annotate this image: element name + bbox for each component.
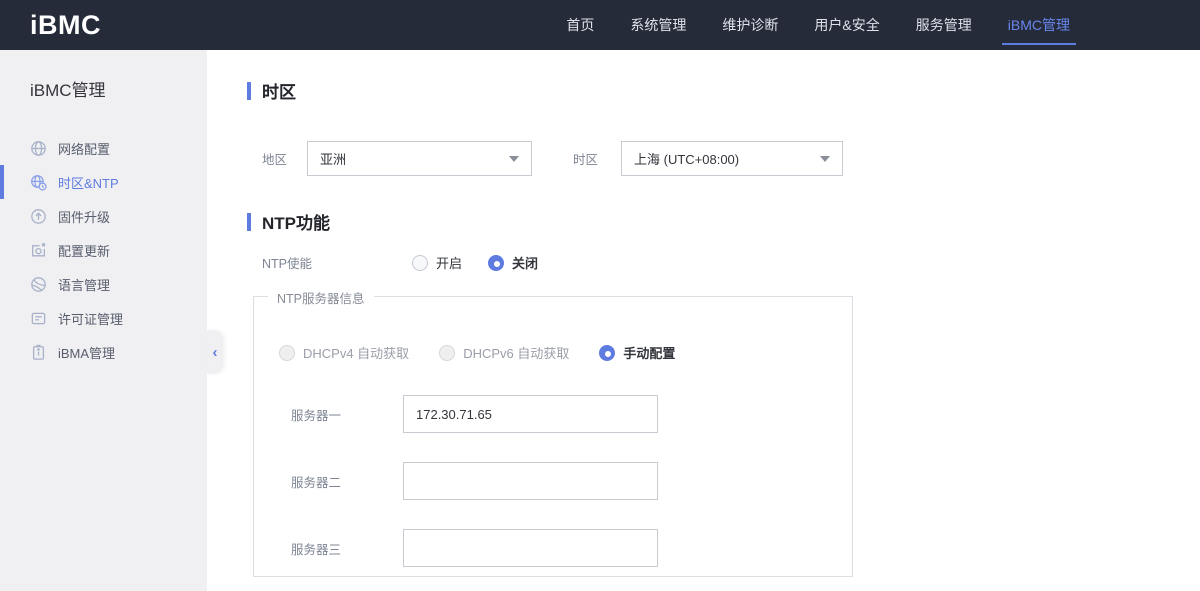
timezone-section-title: 时区 [247, 78, 1200, 103]
chevron-left-icon: ‹ [212, 343, 218, 361]
region-selected-value: 亚洲 [320, 152, 347, 167]
nav-item-system[interactable]: 系统管理 [630, 0, 686, 50]
ntp-enable-label: NTP使能 [262, 257, 313, 271]
ntp-enable-radio-group: 开启 关闭 [412, 253, 538, 272]
ntp-server-info-group: NTP服务器信息 DHCPv4 自动获取 DHCPv6 自动获取 手动配置 服务… [253, 288, 853, 577]
sidebar-item-ibma[interactable]: iBMA管理 [0, 335, 207, 369]
sidebar-item-network-config[interactable]: 网络配置 [0, 131, 207, 165]
server-two-row: 服务器二 [279, 462, 852, 500]
server-three-input[interactable] [403, 529, 658, 567]
ntp-enable-off-option[interactable]: 关闭 [488, 253, 538, 272]
sidebar-item-label: 许可证管理 [58, 311, 124, 327]
radio-label: DHCPv4 自动获取 [303, 346, 410, 361]
globe-icon [30, 140, 47, 157]
timezone-form-row: 地区 亚洲 时区 上海 (UTC+08:00) [247, 141, 1200, 176]
ntp-mode-radio-group: DHCPv4 自动获取 DHCPv6 自动获取 手动配置 [279, 343, 852, 362]
timezone-select[interactable]: 上海 (UTC+08:00) [621, 141, 843, 176]
title-accent-bar [247, 81, 251, 100]
sidebar-item-config-update[interactable]: 配置更新 [0, 233, 207, 267]
section-title-text: 时区 [262, 83, 296, 102]
dropdown-caret-icon [820, 155, 830, 162]
license-icon [30, 310, 47, 327]
dhcpv4-auto-option[interactable]: DHCPv4 自动获取 [279, 343, 409, 362]
nav-item-home[interactable]: 首页 [566, 0, 594, 50]
sidebar-item-label: 时区&NTP [58, 175, 119, 191]
radio-checked-icon [488, 254, 505, 271]
server-one-row: 服务器一 [279, 395, 852, 433]
timezone-selected-value: 上海 (UTC+08:00) [634, 152, 740, 167]
sidebar-title: iBMC管理 [30, 81, 106, 100]
server-two-label: 服务器二 [291, 475, 342, 490]
sidebar-item-label: 网络配置 [58, 141, 111, 157]
sidebar-collapse-button[interactable]: ‹ [207, 330, 223, 374]
sidebar: iBMC管理 网络配置 时区&NTP 固件升级 配置更新 语言管理 许可证管理 … [0, 50, 223, 591]
title-accent-bar [247, 212, 251, 231]
sidebar-item-label: 固件升级 [58, 209, 111, 225]
server-one-label: 服务器一 [291, 408, 342, 423]
ntp-server-info-legend: NTP服务器信息 [268, 288, 374, 307]
dropdown-caret-icon [509, 155, 519, 162]
upgrade-circle-icon [30, 208, 47, 225]
section-title-text: NTP功能 [262, 214, 330, 233]
radio-label: 开启 [436, 256, 463, 271]
sidebar-item-license[interactable]: 许可证管理 [0, 301, 207, 335]
radio-disabled-icon [439, 344, 456, 361]
main-content: 时区 地区 亚洲 时区 上海 (UTC+08:00) NTP功能 NTP使能 开… [207, 50, 1200, 591]
config-update-icon [30, 242, 47, 259]
sidebar-item-label: iBMA管理 [58, 345, 116, 361]
nav-item-services[interactable]: 服务管理 [916, 0, 972, 50]
ibmc-logo: iBMC [30, 9, 101, 40]
top-header: iBMC 首页 系统管理 维护诊断 用户&安全 服务管理 iBMC管理 [0, 0, 1200, 50]
radio-checked-icon [599, 344, 616, 361]
server-three-row: 服务器三 [279, 529, 852, 567]
timezone-label: 时区 [573, 153, 599, 167]
radio-label: DHCPv6 自动获取 [463, 346, 570, 361]
language-icon [30, 276, 47, 293]
region-label: 地区 [262, 153, 288, 167]
radio-label: 关闭 [512, 256, 539, 271]
radio-label: 手动配置 [623, 346, 676, 361]
server-three-label: 服务器三 [291, 542, 342, 557]
region-select[interactable]: 亚洲 [307, 141, 532, 176]
nav-item-ibmc-management[interactable]: iBMC管理 [1001, 0, 1077, 50]
radio-unchecked-icon [412, 254, 428, 271]
sidebar-item-timezone-ntp[interactable]: 时区&NTP [0, 165, 207, 199]
top-nav: 首页 系统管理 维护诊断 用户&安全 服务管理 iBMC管理 [566, 0, 1077, 50]
clipboard-icon [30, 344, 47, 361]
server-two-input[interactable] [403, 462, 658, 500]
radio-disabled-icon [279, 344, 295, 361]
sidebar-item-label: 语言管理 [58, 277, 111, 293]
ntp-enable-row: NTP使能 开启 关闭 [247, 253, 1200, 272]
nav-item-user-security[interactable]: 用户&安全 [814, 0, 879, 50]
sidebar-item-language[interactable]: 语言管理 [0, 267, 207, 301]
nav-item-maintenance[interactable]: 维护诊断 [722, 0, 778, 50]
ntp-section-title: NTP功能 [247, 209, 1200, 234]
ntp-enable-on-option[interactable]: 开启 [412, 253, 462, 272]
sidebar-item-firmware-upgrade[interactable]: 固件升级 [0, 199, 207, 233]
sidebar-menu: 网络配置 时区&NTP 固件升级 配置更新 语言管理 许可证管理 iBMA管理 [0, 131, 207, 369]
manual-config-option[interactable]: 手动配置 [599, 343, 675, 362]
server-one-input[interactable] [403, 395, 658, 433]
dhcpv6-auto-option[interactable]: DHCPv6 自动获取 [439, 343, 569, 362]
sidebar-item-label: 配置更新 [58, 243, 111, 259]
globe-clock-icon [30, 174, 47, 191]
